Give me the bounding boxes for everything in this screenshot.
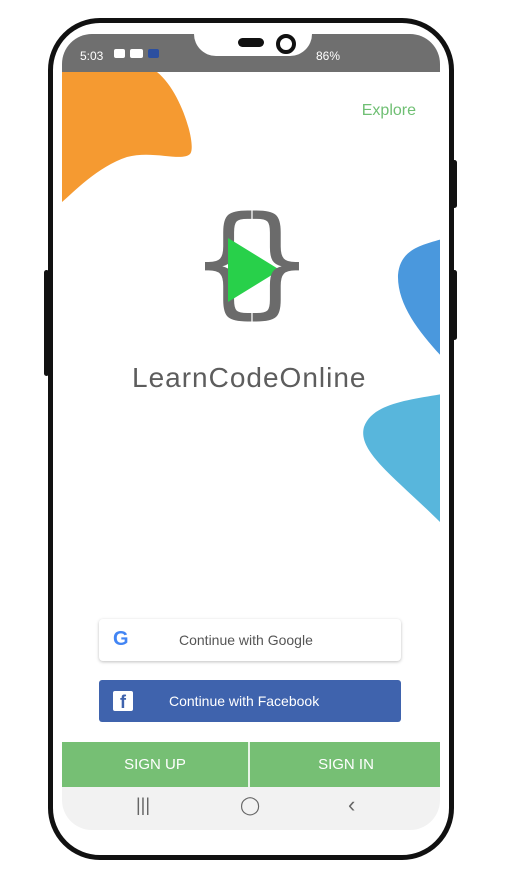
sign-up-button[interactable]: SIGN UP <box>62 742 250 787</box>
gallery-icon <box>114 49 125 58</box>
google-button-label: Continue with Google <box>179 632 313 648</box>
light-blue-decoration <box>363 394 440 523</box>
phone-side-button <box>44 270 49 376</box>
youtube-icon <box>130 49 143 58</box>
phone-side-button <box>452 160 457 208</box>
blue-decoration <box>397 239 440 355</box>
continue-with-facebook-button[interactable]: f Continue with Facebook <box>99 680 401 722</box>
brand-name: LearnCodeOnline <box>132 362 367 393</box>
google-icon: G <box>113 628 129 650</box>
recent-apps-icon[interactable]: ||| <box>136 795 150 816</box>
android-navigation-bar: ||| ◯ ‹ <box>62 787 440 830</box>
continue-with-google-button[interactable]: G Continue with Google <box>99 619 401 661</box>
sign-in-button[interactable]: SIGN IN <box>252 742 440 787</box>
app-logo: { } <box>190 192 314 332</box>
right-brace-icon: } <box>237 192 314 331</box>
explore-link[interactable]: Explore <box>362 102 416 120</box>
app-icon <box>148 49 159 58</box>
back-icon[interactable]: ‹ <box>348 792 355 818</box>
orange-decoration <box>62 72 192 202</box>
facebook-button-label: Continue with Facebook <box>169 693 320 709</box>
front-camera-icon <box>276 34 296 54</box>
speaker-icon <box>238 38 264 47</box>
auth-bar: SIGN UP SIGN IN <box>62 742 440 787</box>
status-bar: 5:03 86% <box>62 34 440 72</box>
battery-percentage: 86% <box>315 49 340 63</box>
screen: 5:03 86% Explore { } LearnCodeOnline G C… <box>62 34 440 830</box>
home-icon[interactable]: ◯ <box>240 795 260 816</box>
facebook-icon: f <box>113 691 133 712</box>
status-time: 5:03 <box>80 49 104 63</box>
phone-side-button <box>452 270 457 340</box>
